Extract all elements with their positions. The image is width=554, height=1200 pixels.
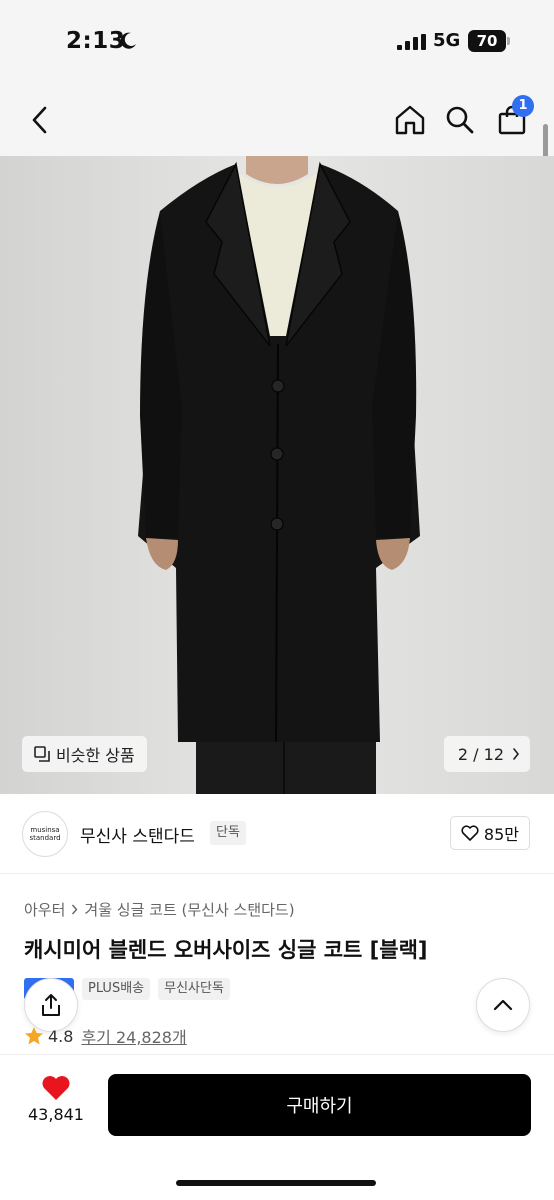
chevron-right-icon (513, 748, 520, 760)
brand-like-count: 85만 (483, 825, 519, 844)
status-time: 2:13 (66, 28, 126, 54)
similar-products-button[interactable]: 비슷한 상품 (22, 736, 147, 772)
back-button[interactable] (22, 102, 58, 138)
status-bar: 2:13 5G 70 (0, 0, 554, 84)
badge-plus-delivery: PLUS배송 (82, 978, 151, 1000)
cart-button[interactable]: 1 (494, 95, 534, 138)
share-icon (42, 994, 60, 1016)
rating-value: 4.8 (48, 1026, 74, 1046)
search-icon (446, 106, 474, 134)
rating-row: 4.8 후기 24,828개 (24, 1024, 187, 1048)
brand-logo-line2: standard (29, 834, 61, 842)
chevron-left-icon (32, 106, 47, 134)
star-icon (25, 1027, 43, 1045)
coat-photo (0, 156, 554, 794)
brand-row: musinsa standard 무신사 스탠다드 단독 85만 (0, 794, 554, 874)
review-count-link[interactable]: 후기 24,828개 (81, 1024, 186, 1048)
image-counter-label: 2 / 12 (457, 744, 504, 764)
heart-outline-icon (461, 825, 479, 841)
brand-logo-line1: musinsa (30, 826, 60, 834)
breadcrumb: 아우터 겨울 싱글 코트 (무신사 스탠다드) (24, 899, 295, 920)
cart-count-badge: 1 (512, 95, 534, 117)
home-indicator (176, 1180, 376, 1186)
like-button[interactable]: 43,841 (18, 1075, 94, 1124)
copy-icon (34, 746, 50, 762)
like-count: 43,841 (28, 1105, 84, 1124)
breadcrumb-category[interactable]: 아우터 (24, 899, 65, 920)
moon-icon (120, 32, 136, 49)
home-icon (395, 105, 425, 135)
buy-button[interactable]: 구매하기 (108, 1074, 531, 1136)
image-counter-button[interactable]: 2 / 12 (443, 736, 530, 772)
heart-filled-icon (42, 1076, 70, 1100)
similar-products-label: 비슷한 상품 (56, 746, 135, 765)
brand-logo[interactable]: musinsa standard (22, 811, 68, 857)
chevron-right-icon (72, 904, 78, 915)
bottom-action-bar: 43,841 구매하기 (0, 1054, 554, 1200)
battery-cap (507, 37, 510, 45)
chevron-up-icon (493, 999, 513, 1011)
battery-indicator: 70 (468, 30, 506, 52)
exclusive-tag: 단독 (210, 821, 246, 845)
signal-icon (397, 34, 426, 50)
product-image[interactable]: 비슷한 상품 2 / 12 (0, 156, 554, 794)
brand-like-button[interactable]: 85만 (449, 816, 530, 850)
badge-musinsa-exclusive: 무신사단독 (158, 978, 230, 1000)
breadcrumb-subcategory[interactable]: 겨울 싱글 코트 (무신사 스탠다드) (84, 899, 294, 920)
brand-name[interactable]: 무신사 스탠다드 (80, 822, 195, 847)
search-button[interactable] (442, 102, 478, 138)
product-title: 캐시미어 블렌드 오버사이즈 싱글 코트 [블랙] (24, 938, 428, 962)
top-nav: 1 (0, 84, 554, 156)
network-label: 5G (433, 30, 461, 51)
home-button[interactable] (392, 102, 428, 138)
scroll-to-top-button[interactable] (476, 978, 530, 1032)
